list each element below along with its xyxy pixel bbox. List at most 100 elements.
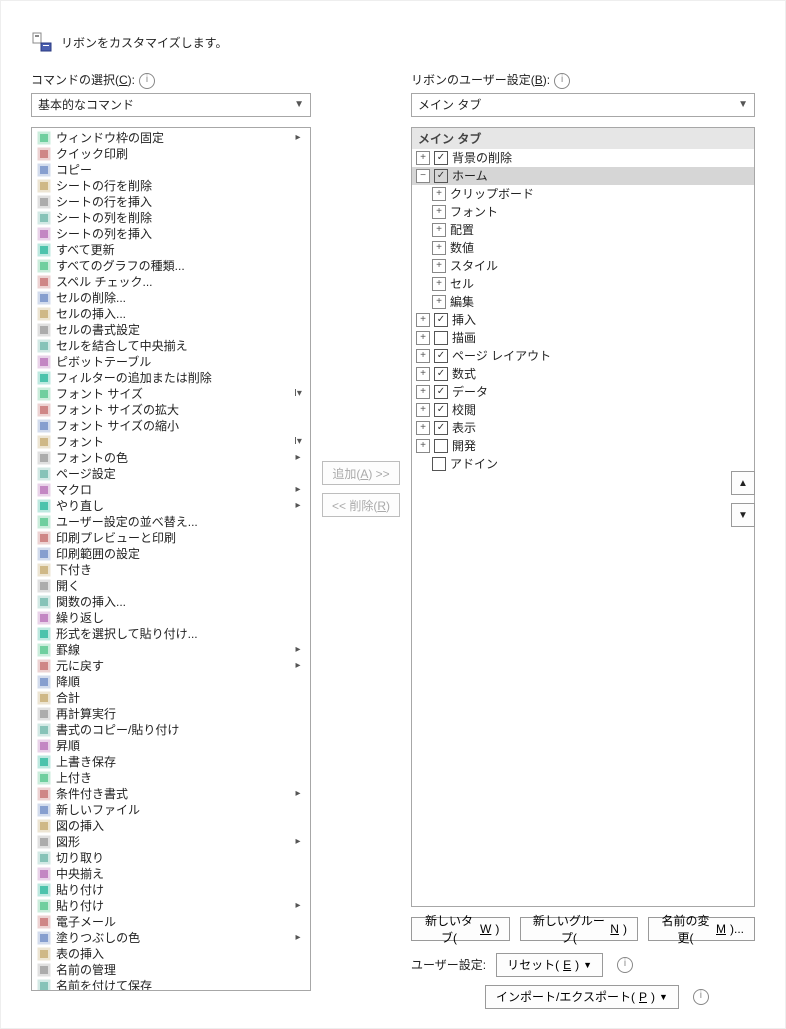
command-item[interactable]: フォント サイズI▾ (34, 386, 308, 402)
command-item[interactable]: フォントI▾ (34, 434, 308, 450)
tree-node-addin[interactable]: アドイン (412, 455, 754, 473)
expand-icon[interactable]: + (416, 313, 430, 327)
checkbox[interactable] (434, 151, 448, 165)
checkbox[interactable] (434, 403, 448, 417)
expand-icon[interactable]: + (416, 331, 430, 345)
commands-from-dropdown[interactable]: 基本的なコマンド ▼ (31, 93, 311, 117)
command-item[interactable]: セルの挿入... (34, 306, 308, 322)
command-item[interactable]: 罫線▸ (34, 642, 308, 658)
command-item[interactable]: 印刷プレビューと印刷 (34, 530, 308, 546)
collapse-icon[interactable]: − (416, 169, 430, 183)
command-item[interactable]: 降順 (34, 674, 308, 690)
ribbon-tree[interactable]: メイン タブ + 背景の削除 − ホーム +クリップボード+フォント+配置+数値… (411, 127, 755, 907)
command-item[interactable]: 貼り付け (34, 882, 308, 898)
command-item[interactable]: フィルターの追加または削除 (34, 370, 308, 386)
reset-button[interactable]: リセット(E)▼ (496, 953, 603, 977)
command-item[interactable]: フォントの色▸ (34, 450, 308, 466)
command-item[interactable]: 昇順 (34, 738, 308, 754)
expand-icon[interactable]: + (432, 241, 446, 255)
expand-icon[interactable]: + (432, 223, 446, 237)
move-down-button[interactable]: ▼ (731, 503, 755, 527)
command-item[interactable]: 切り取り (34, 850, 308, 866)
command-item[interactable]: 新しいファイル (34, 802, 308, 818)
command-item[interactable]: 合計 (34, 690, 308, 706)
command-item[interactable]: スペル チェック... (34, 274, 308, 290)
checkbox[interactable] (434, 421, 448, 435)
command-item[interactable]: すべてのグラフの種類... (34, 258, 308, 274)
command-item[interactable]: ウィンドウ枠の固定▸ (34, 130, 308, 146)
checkbox[interactable] (434, 313, 448, 327)
command-item[interactable]: セルを結合して中央揃え (34, 338, 308, 354)
tree-node-view[interactable]: + 表示 (412, 419, 754, 437)
expand-icon[interactable]: + (416, 385, 430, 399)
expand-icon[interactable]: + (432, 295, 446, 309)
command-item[interactable]: シートの列を削除 (34, 210, 308, 226)
checkbox[interactable] (434, 331, 448, 345)
command-item[interactable]: フォント サイズの拡大 (34, 402, 308, 418)
command-item[interactable]: コピー (34, 162, 308, 178)
command-item[interactable]: 条件付き書式▸ (34, 786, 308, 802)
command-item[interactable]: シートの行を削除 (34, 178, 308, 194)
expand-icon[interactable]: + (416, 367, 430, 381)
command-item[interactable]: 開く (34, 578, 308, 594)
tree-node-insert[interactable]: + 挿入 (412, 311, 754, 329)
command-item[interactable]: マクロ▸ (34, 482, 308, 498)
info-icon[interactable]: i (139, 73, 155, 89)
tree-node-group[interactable]: +編集 (412, 293, 754, 311)
command-item[interactable]: 貼り付け▸ (34, 898, 308, 914)
command-item[interactable]: 関数の挿入... (34, 594, 308, 610)
tree-node-group[interactable]: +クリップボード (412, 185, 754, 203)
checkbox[interactable] (434, 439, 448, 453)
command-item[interactable]: 書式のコピー/貼り付け (34, 722, 308, 738)
command-item[interactable]: 繰り返し (34, 610, 308, 626)
command-item[interactable]: 形式を選択して貼り付け... (34, 626, 308, 642)
tree-node-developer[interactable]: + 開発 (412, 437, 754, 455)
command-item[interactable]: すべて更新 (34, 242, 308, 258)
command-item[interactable]: 名前を付けて保存 (34, 978, 308, 991)
tree-node-group[interactable]: +配置 (412, 221, 754, 239)
tree-node-group[interactable]: +フォント (412, 203, 754, 221)
info-icon[interactable]: i (693, 989, 709, 1005)
command-item[interactable]: セルの削除... (34, 290, 308, 306)
command-item[interactable]: フォント サイズの縮小 (34, 418, 308, 434)
command-item[interactable]: ユーザー設定の並べ替え... (34, 514, 308, 530)
expand-icon[interactable]: + (416, 403, 430, 417)
command-item[interactable]: 電子メール (34, 914, 308, 930)
command-item[interactable]: クイック印刷 (34, 146, 308, 162)
tree-node-group[interactable]: +セル (412, 275, 754, 293)
tree-node-page-layout[interactable]: + ページ レイアウト (412, 347, 754, 365)
command-item[interactable]: シートの行を挿入 (34, 194, 308, 210)
checkbox[interactable] (434, 349, 448, 363)
command-item[interactable]: 名前の管理 (34, 962, 308, 978)
tree-node-group[interactable]: +スタイル (412, 257, 754, 275)
command-item[interactable]: シートの列を挿入 (34, 226, 308, 242)
expand-icon[interactable]: + (416, 151, 430, 165)
command-item[interactable]: 中央揃え (34, 866, 308, 882)
expand-icon[interactable]: + (416, 349, 430, 363)
new-group-button[interactable]: 新しいグループ(N) (520, 917, 638, 941)
command-item[interactable]: 塗りつぶしの色▸ (34, 930, 308, 946)
commands-listbox[interactable]: ウィンドウ枠の固定▸クイック印刷コピーシートの行を削除シートの行を挿入シートの列… (31, 127, 311, 991)
move-up-button[interactable]: ▲ (731, 471, 755, 495)
tree-node-group[interactable]: +数値 (412, 239, 754, 257)
command-item[interactable]: セルの書式設定 (34, 322, 308, 338)
command-item[interactable]: 図の挿入 (34, 818, 308, 834)
info-icon[interactable]: i (554, 73, 570, 89)
expand-icon[interactable]: + (416, 439, 430, 453)
command-item[interactable]: 上付き (34, 770, 308, 786)
command-item[interactable]: 表の挿入 (34, 946, 308, 962)
checkbox[interactable] (434, 367, 448, 381)
checkbox[interactable] (434, 385, 448, 399)
expand-icon[interactable]: + (432, 277, 446, 291)
expand-icon[interactable]: + (432, 205, 446, 219)
expand-icon[interactable]: + (432, 187, 446, 201)
command-item[interactable]: 図形▸ (34, 834, 308, 850)
command-item[interactable]: 上書き保存 (34, 754, 308, 770)
tree-node-formulas[interactable]: + 数式 (412, 365, 754, 383)
tree-node-draw[interactable]: + 描画 (412, 329, 754, 347)
import-export-button[interactable]: インポート/エクスポート(P)▼ (485, 985, 679, 1009)
rename-button[interactable]: 名前の変更(M)... (648, 917, 755, 941)
expand-icon[interactable]: + (416, 421, 430, 435)
checkbox[interactable] (432, 457, 446, 471)
command-item[interactable]: 下付き (34, 562, 308, 578)
